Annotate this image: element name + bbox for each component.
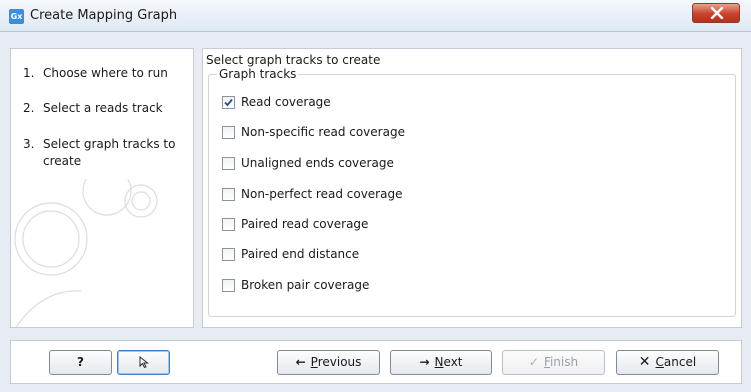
cancel-button[interactable]: ✕ Cancel [616,350,719,375]
next-mnemonic: N [434,355,444,369]
button-bar: ? ← Previous → Next ✓ Finish ✕ Cancel [10,340,742,384]
checkmark-icon: ✓ [528,355,539,369]
option-label: Read coverage [241,95,331,109]
help-label: ? [77,355,84,369]
graph-tracks-panel: Select graph tracks to create Graph trac… [202,48,742,328]
app-icon: Gx [9,9,24,24]
option-label: Paired read coverage [241,217,369,231]
x-icon: ✕ [638,354,651,370]
step-label: Select a reads track [43,101,163,115]
group-title: Graph tracks [217,67,299,81]
step-2: 2. Select a reads track [23,100,183,117]
previous-button[interactable]: ← Previous [277,350,380,375]
option-label: Unaligned ends coverage [241,156,394,170]
step-1: 1. Choose where to run [23,65,183,82]
finish-label: inish [549,355,579,369]
option-label: Non-specific read coverage [241,125,405,139]
cancel-mnemonic: C [655,355,664,369]
previous-label: revious [317,355,362,369]
arrow-right-icon: → [419,355,430,369]
arrow-left-icon: ← [295,355,306,369]
reset-button[interactable] [117,350,170,375]
instruction-text: Select graph tracks to create [206,53,381,67]
close-icon [710,7,724,19]
next-label: ext [443,355,463,369]
window-close-button[interactable] [692,3,740,23]
reset-cursor-icon [139,355,149,369]
paired-end-distance-checkbox[interactable] [222,248,235,261]
finish-button[interactable]: ✓ Finish [502,350,605,375]
graph-tracks-group: Graph tracks Read coverage Non-specific … [208,67,736,317]
unaligned-ends-coverage-checkbox[interactable] [222,157,235,170]
step-3: 3. Select graph tracks to create [23,136,178,170]
checkmark-icon [224,98,233,107]
read-coverage-checkbox[interactable] [222,96,235,109]
non-perfect-read-coverage-checkbox[interactable] [222,188,235,201]
previous-mnemonic: P [310,355,318,369]
step-label: Choose where to run [43,66,168,80]
option-label: Non-perfect read coverage [241,187,403,201]
watermark-graphic [14,179,158,327]
next-button[interactable]: → Next [390,350,492,375]
step-number: 2. [23,101,35,115]
step-label: Select graph tracks to create [43,137,176,168]
cancel-label: ancel [663,355,697,369]
non-specific-read-coverage-checkbox[interactable] [222,126,235,139]
help-button[interactable]: ? [49,350,112,375]
step-number: 1. [23,66,35,80]
window-title: Create Mapping Graph [30,8,178,23]
broken-pair-coverage-checkbox[interactable] [222,279,235,292]
wizard-steps-panel: 1. Choose where to run 2. Select a reads t… [10,48,194,328]
step-number: 3. [23,137,35,151]
option-label: Paired end distance [241,247,360,261]
title-bar: Gx Create Mapping Graph [0,0,751,32]
paired-read-coverage-checkbox[interactable] [222,218,235,231]
option-label: Broken pair coverage [241,278,370,292]
